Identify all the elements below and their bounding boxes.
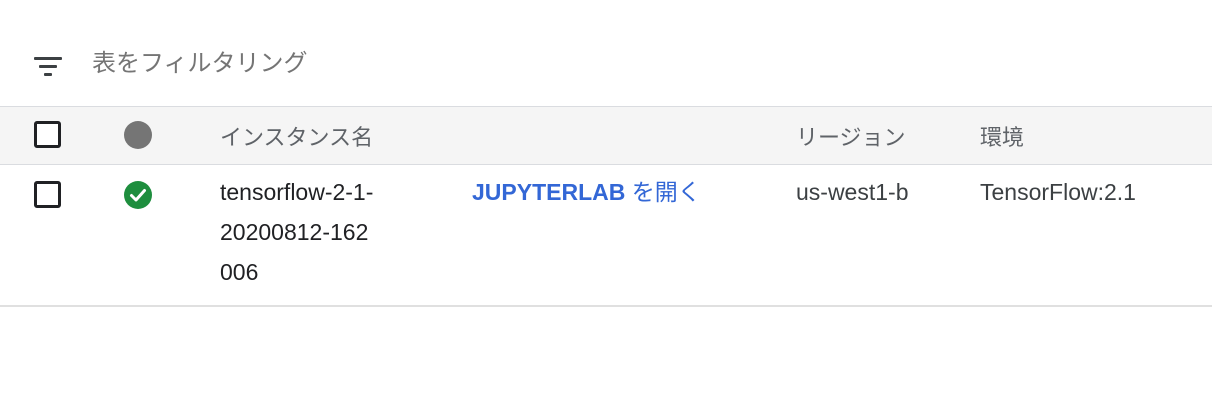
table-row: tensorflow-2-1-20200812-162006 JUPYTERLA… <box>0 164 1212 307</box>
check-circle-icon <box>124 181 152 209</box>
instance-name: tensorflow-2-1-20200812-162006 <box>220 179 374 285</box>
header-status-cell <box>124 106 220 165</box>
filter-bar <box>0 36 1212 92</box>
header-link <box>472 106 796 165</box>
row-region-cell: us-west1-b <box>796 164 980 307</box>
row-instance-name-cell: tensorflow-2-1-20200812-162006 <box>220 164 472 307</box>
header-environment[interactable]: 環境 <box>980 106 1212 165</box>
row-status-cell <box>124 164 220 307</box>
open-jupyterlab-link[interactable]: JUPYTERLAB を開く <box>472 165 701 212</box>
row-environment-cell: TensorFlow:2.1 <box>980 164 1212 307</box>
row-checkbox[interactable] <box>34 181 61 208</box>
row-checkbox-cell <box>0 164 124 307</box>
filter-list-icon[interactable] <box>34 57 62 77</box>
open-link-suffix: を開く <box>631 179 701 205</box>
open-link-label: JUPYTERLAB <box>472 179 626 205</box>
row-link-cell: JUPYTERLAB を開く <box>472 164 796 307</box>
status-circle-icon <box>124 120 152 149</box>
environment: TensorFlow:2.1 <box>980 179 1136 205</box>
table-header-row: インスタンス名 リージョン 環境 <box>0 106 1212 165</box>
header-instance-name[interactable]: インスタンス名 <box>220 106 472 165</box>
header-region[interactable]: リージョン <box>796 106 980 165</box>
select-all-checkbox[interactable] <box>34 121 61 148</box>
region: us-west1-b <box>796 179 909 205</box>
filter-input[interactable] <box>92 48 692 80</box>
header-checkbox-cell <box>0 106 124 165</box>
instances-table: インスタンス名 リージョン 環境 tensorflow-2-1-20200812… <box>0 106 1212 307</box>
